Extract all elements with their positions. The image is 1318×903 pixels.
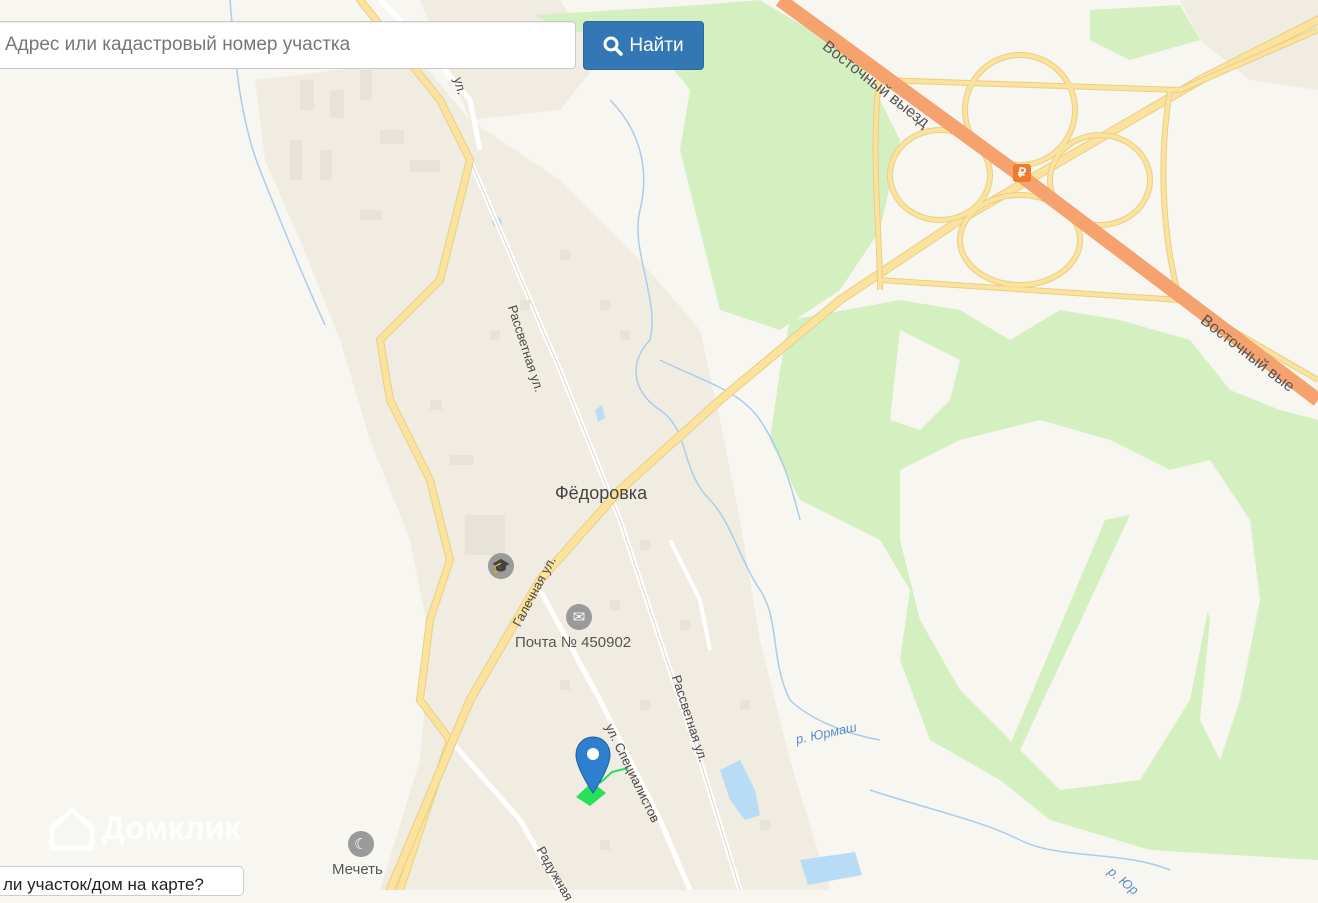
village-label: Фёдоровка — [555, 483, 648, 503]
graduation-cap-icon[interactable]: 🎓 — [488, 553, 514, 579]
search-input[interactable] — [0, 21, 576, 69]
search-button-label: Найти — [629, 34, 684, 56]
watermark-text: Домклик — [102, 809, 241, 846]
domclick-watermark: Домклик — [48, 804, 240, 852]
magnifier-icon — [603, 36, 624, 56]
map-canvas[interactable] — [0, 0, 1318, 890]
envelope-icon[interactable]: ✉ — [566, 604, 592, 630]
search-button[interactable]: Найти — [583, 21, 704, 70]
post-office-label: Почта № 450902 — [515, 634, 632, 651]
find-on-map-prompt[interactable]: ли участок/дом на карте? — [0, 866, 244, 896]
crescent-icon[interactable]: ☾ — [348, 831, 374, 857]
mosque-label: Мечеть — [332, 861, 383, 878]
ruble-icon: ₽ — [1013, 164, 1031, 182]
map-pin-icon[interactable] — [574, 735, 612, 795]
search-bar: Найти — [0, 21, 704, 71]
house-logo-icon — [49, 806, 95, 851]
